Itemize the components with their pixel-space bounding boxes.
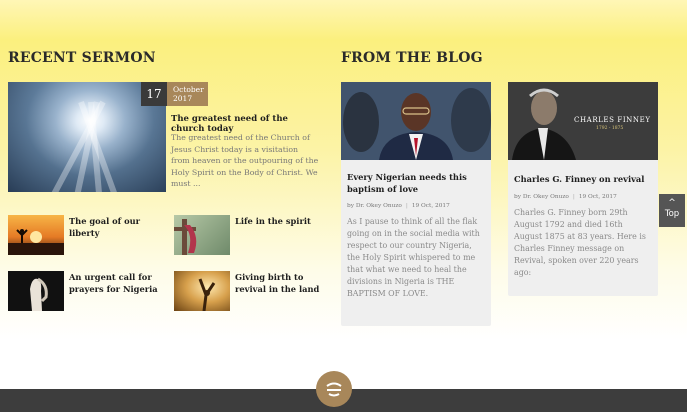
blog-post-title[interactable]: Charles G. Finney on revival [514,174,652,186]
featured-sermon-title[interactable]: The greatest need of the church today [171,114,321,134]
back-to-top-button[interactable]: ^ Top [659,194,685,227]
blog-post-image[interactable]: CHARLES FINNEY 1792 - 1875 [508,82,658,160]
recent-sermon-heading: RECENT SERMON [8,50,156,66]
blog-post-excerpt: Charles G. Finney born 29th August 1792 … [514,207,646,277]
sermon-date-day: 17 [141,82,167,106]
cross-image[interactable] [174,215,230,255]
sermon-item-title[interactable]: An urgent call for prayers for Nigeria [69,272,161,295]
sermon-item-title[interactable]: Giving birth to revival in the land [235,272,327,295]
blog-post-excerpt: As I pause to think of all the flak goin… [347,217,480,298]
footer-logo-icon[interactable] [316,371,352,407]
blog-post-date: 19 Oct, 2017 [578,193,617,200]
meta-separator: | [405,203,408,209]
blog-post-author[interactable]: by Dr. Okey Onuzo [347,203,402,209]
blog-post-date: 19 Oct, 2017 [411,203,450,209]
praying-hands-image[interactable] [8,271,64,311]
blog-card: CHARLES FINNEY 1792 - 1875 Charles G. Fi… [508,82,658,296]
sermon-item-title[interactable]: Life in the spirit [235,216,327,228]
sermon-date-year: 2017 [173,94,193,103]
page: RECENT SERMON 17 October 2017 The greate… [0,0,687,412]
image-caption: CHARLES FINNEY [574,116,651,124]
blog-post-meta: by Dr. Okey Onuzo | 19 Oct, 2017 [514,194,652,200]
blog-post-meta: by Dr. Okey Onuzo | 19 Oct, 2017 [347,203,485,209]
back-to-top-label: Top [664,209,680,219]
chevron-up-icon: ^ [668,198,676,208]
blog-post-author[interactable]: by Dr. Okey Onuzo [514,194,569,200]
worship-image[interactable] [174,271,230,311]
image-subcaption: 1792 - 1875 [596,126,624,131]
sermon-item-title[interactable]: The goal of our liberty [69,216,161,239]
sermon-date-month-year: October 2017 [167,82,208,106]
sunset-figure-image[interactable] [8,215,64,255]
meta-separator: | [572,193,575,200]
sermon-date-month: October [173,85,204,94]
blog-post-image[interactable] [341,82,491,160]
from-the-blog-heading: FROM THE BLOG [341,50,483,66]
featured-sermon-excerpt: The greatest need of the Church of Jesus… [171,133,319,189]
blog-post-title[interactable]: Every Nigerian needs this baptism of lov… [347,172,485,195]
blog-card: Every Nigerian needs this baptism of lov… [341,82,491,326]
